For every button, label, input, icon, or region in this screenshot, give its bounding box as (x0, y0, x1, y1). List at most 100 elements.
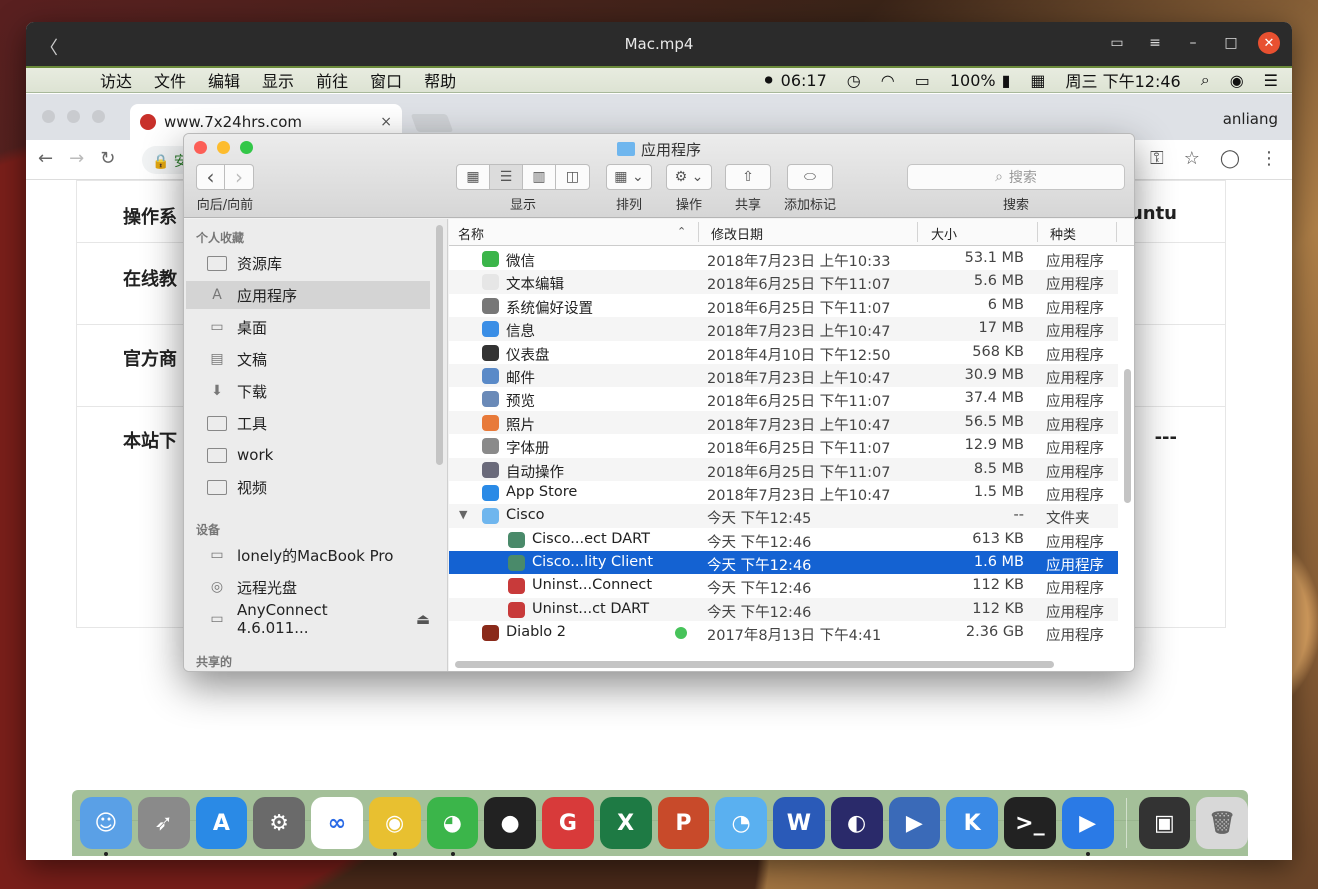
sidebar-item-applications[interactable]: A 应用程序 (186, 281, 430, 309)
column-name-header[interactable]: 名称 (458, 224, 484, 243)
more-menu-icon[interactable]: ⋮ (1260, 148, 1278, 169)
file-row[interactable]: 微信 2018年7月23日 上午10:33 53.1 MB 应用程序 (449, 247, 1118, 270)
arrange-button[interactable]: ▦ ⌄ (606, 164, 652, 190)
file-row[interactable]: 照片 2018年7月23日 上午10:47 56.5 MB 应用程序 (449, 410, 1118, 435)
dock-terminal-icon[interactable]: >_ (1004, 797, 1056, 849)
menu-file[interactable]: 文件 (154, 68, 186, 92)
dock-baidu-netdisk-icon[interactable]: ∞ (311, 797, 363, 849)
browser-close-button[interactable] (42, 110, 55, 123)
menu-view[interactable]: 显示 (262, 68, 294, 92)
dock-quicktime-icon[interactable]: ▶ (888, 797, 941, 849)
disclosure-triangle-icon[interactable]: ▼ (459, 508, 467, 521)
restore-icon[interactable]: ▭ (1106, 32, 1128, 54)
dock-excel-icon[interactable]: X (599, 797, 652, 849)
dock-trash-icon[interactable]: 🗑 (1196, 797, 1248, 849)
sort-chevron-icon[interactable]: ⌃ (677, 225, 686, 238)
sidebar-item-videos[interactable]: 视频 (186, 473, 430, 501)
dock-dingtalk-icon[interactable]: ◔ (715, 797, 767, 849)
icon-view-button[interactable]: ▦ (456, 164, 490, 190)
menu-window[interactable]: 窗口 (370, 68, 402, 92)
file-row[interactable]: 文本编辑 2018年6月25日 下午11:07 5.6 MB 应用程序 (449, 270, 1118, 294)
column-date-header[interactable]: 修改日期 (711, 224, 763, 243)
sidebar-scrollbar[interactable] (436, 225, 443, 465)
finder-forward-button[interactable]: › (225, 164, 254, 190)
tag-button[interactable]: ⬭ (787, 164, 833, 190)
dock-app-store-icon[interactable]: A (195, 797, 248, 849)
dock-system-preferences-icon[interactable]: ⚙ (253, 797, 305, 849)
sidebar-item-desktop[interactable]: ▭ 桌面 (186, 313, 430, 341)
menu-finder[interactable]: 访达 (100, 68, 132, 92)
dock-word-icon[interactable]: W (773, 797, 825, 849)
browser-minimize-button[interactable] (67, 110, 80, 123)
dock-kuaipan-icon[interactable]: K (946, 797, 998, 849)
new-tab-button[interactable] (410, 114, 454, 132)
extension-icon[interactable]: ◯ (1220, 148, 1240, 169)
time-machine-icon[interactable]: ◷ (847, 71, 861, 90)
sidebar-item-work[interactable]: work (186, 441, 430, 469)
dock-wechat-icon[interactable]: ◕ (426, 797, 479, 856)
column-view-button[interactable]: ▥ (523, 164, 556, 190)
battery-icon[interactable]: ▮ (1002, 71, 1011, 90)
file-row[interactable]: Uninst...Connect 今天 下午12:46 112 KB 应用程序 (449, 574, 1118, 597)
browser-back-icon[interactable]: ← (38, 148, 53, 169)
column-kind-header[interactable]: 种类 (1050, 224, 1076, 243)
menu-help[interactable]: 帮助 (424, 68, 456, 92)
tab-close-icon[interactable]: × (380, 114, 392, 130)
sidebar-item-documents[interactable]: ▤ 文稿 (186, 345, 430, 373)
notification-center-icon[interactable]: ☰ (1264, 71, 1278, 90)
gallery-view-button[interactable]: ◫ (556, 164, 590, 190)
file-row[interactable]: Uninst...ct DART 今天 下午12:46 112 KB 应用程序 (449, 597, 1118, 622)
maximize-icon[interactable]: □ (1220, 32, 1242, 54)
sidebar-item-library[interactable]: 资源库 (186, 249, 430, 277)
dock-zoom-icon[interactable]: ▶ (1061, 797, 1114, 856)
file-row[interactable]: 邮件 2018年7月23日 上午10:47 30.9 MB 应用程序 (449, 363, 1118, 388)
menu-go[interactable]: 前往 (316, 68, 348, 92)
menu-edit[interactable]: 编辑 (208, 68, 240, 92)
dock-launchpad-icon[interactable]: ➶ (137, 797, 190, 849)
browser-zoom-button[interactable] (92, 110, 105, 123)
screen-record-icon[interactable]: ⏺ (765, 70, 773, 90)
browser-forward-icon[interactable]: → (69, 148, 84, 169)
back-icon[interactable]: 〈 (40, 34, 58, 60)
dock-qq-icon[interactable]: ● (484, 797, 536, 849)
dock-screen-record-icon[interactable]: ▣ (1138, 797, 1191, 849)
dock-powerpoint-icon[interactable]: P (657, 797, 710, 849)
list-view-button[interactable]: ☰ (490, 164, 523, 190)
spotlight-search-icon[interactable]: ⌕ (1201, 70, 1210, 90)
file-row[interactable]: 字体册 2018年6月25日 下午11:07 12.9 MB 应用程序 (449, 434, 1118, 457)
dock-eclipse-icon[interactable]: ◐ (830, 797, 883, 849)
file-row[interactable]: 信息 2018年7月23日 上午10:47 17 MB 应用程序 (449, 317, 1118, 341)
vertical-scrollbar[interactable] (1124, 369, 1131, 503)
finder-back-button[interactable]: ‹ (196, 164, 225, 190)
reload-icon[interactable]: ↻ (100, 148, 115, 169)
file-row[interactable]: Diablo 2 2017年8月13日 下午4:41 2.36 GB 应用程序 (449, 621, 1118, 644)
column-size-header[interactable]: 大小 (931, 224, 957, 243)
file-row[interactable]: 自动操作 2018年6月25日 下午11:07 8.5 MB 应用程序 (449, 457, 1118, 481)
dock-git-client-icon[interactable]: G (542, 797, 594, 849)
sidebar-item-anyconnect[interactable]: ▭ AnyConnect 4.6.011... ⏏ (186, 601, 430, 637)
sidebar-item-remote-disc[interactable]: ◎ 远程光盘 (186, 573, 430, 601)
dock-finder-icon[interactable]: ☺ (80, 797, 132, 856)
file-row[interactable]: 仪表盘 2018年4月10日 下午12:50 568 KB 应用程序 (449, 341, 1118, 364)
airplay-icon[interactable]: ▭ (915, 71, 930, 90)
horizontal-scrollbar[interactable] (455, 661, 1054, 668)
share-button[interactable]: ⇧ (725, 164, 771, 190)
sidebar-item-macbook[interactable]: ▭ lonely的MacBook Pro (186, 541, 430, 569)
file-row[interactable]: Cisco...ect DART 今天 下午12:46 613 KB 应用程序 (449, 528, 1118, 551)
wifi-icon[interactable]: ◠ (881, 71, 895, 90)
sidebar-item-downloads[interactable]: ⬇ 下载 (186, 377, 430, 405)
eject-icon[interactable]: ⏏ (416, 610, 430, 628)
siri-icon[interactable]: ◉ (1230, 71, 1244, 90)
file-row[interactable]: 预览 2018年6月25日 下午11:07 37.4 MB 应用程序 (449, 387, 1118, 410)
file-row[interactable]: Cisco...lity Client 今天 下午12:46 1.6 MB 应用程序 (449, 551, 1118, 575)
profile-name[interactable]: anliang (1223, 110, 1278, 128)
folder-row[interactable]: ▼ Cisco 今天 下午12:45 -- 文件夹 (449, 504, 1118, 528)
bookmark-star-icon[interactable]: ☆ (1184, 148, 1200, 169)
minimize-icon[interactable]: – (1182, 32, 1204, 54)
input-flag-icon[interactable]: ▦ (1030, 71, 1045, 90)
action-button[interactable]: ⚙ ⌄ (666, 164, 712, 190)
menu-icon[interactable]: ≡ (1144, 32, 1166, 54)
menubar-datetime[interactable]: 周三 下午12:46 (1066, 68, 1181, 92)
close-icon[interactable]: ✕ (1258, 32, 1280, 54)
key-icon[interactable]: ⚿ (1150, 148, 1164, 169)
